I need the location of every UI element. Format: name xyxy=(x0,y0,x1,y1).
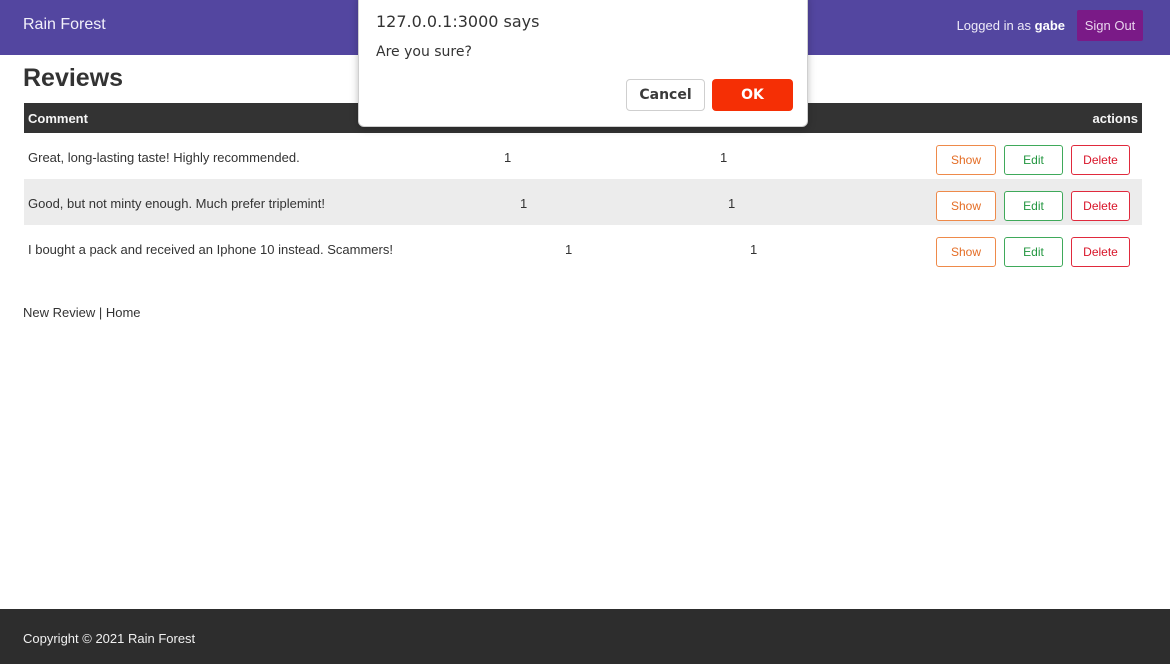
new-review-link[interactable]: New Review xyxy=(23,305,95,320)
logged-in-status: Logged in as gabe xyxy=(957,18,1065,33)
column-header-actions: actions xyxy=(1092,111,1138,126)
column-header-comment: Comment xyxy=(28,111,88,126)
footer: Copyright © 2021 Rain Forest xyxy=(0,609,1170,664)
confirm-dialog: 127.0.0.1:3000 says Are you sure? Cancel… xyxy=(358,0,808,127)
review-comment: Good, but not minty enough. Much prefer … xyxy=(28,196,325,211)
dialog-cancel-button[interactable]: Cancel xyxy=(626,79,705,111)
delete-button[interactable]: Delete xyxy=(1071,237,1130,267)
dialog-title: 127.0.0.1:3000 says xyxy=(376,12,540,31)
show-button[interactable]: Show xyxy=(936,237,996,267)
show-button[interactable]: Show xyxy=(936,145,996,175)
review-value: 1 xyxy=(520,196,528,211)
delete-button[interactable]: Delete xyxy=(1071,191,1130,221)
copyright-text: Copyright © 2021 Rain Forest xyxy=(23,631,196,646)
review-value: 1 xyxy=(565,242,573,257)
delete-button[interactable]: Delete xyxy=(1071,145,1130,175)
logged-in-prefix: Logged in as xyxy=(956,18,1035,33)
review-value: 1 xyxy=(720,150,728,165)
link-separator: | xyxy=(95,305,106,320)
review-value: 1 xyxy=(504,150,512,165)
brand-link[interactable]: Rain Forest xyxy=(23,16,106,34)
page-title: Reviews xyxy=(23,64,124,92)
review-comment: Great, long-lasting taste! Highly recomm… xyxy=(28,150,300,165)
home-link[interactable]: Home xyxy=(106,305,141,320)
username: gabe xyxy=(1034,18,1065,33)
dialog-ok-button[interactable]: OK xyxy=(712,79,793,111)
table-row: Good, but not minty enough. Much prefer … xyxy=(24,179,1142,225)
edit-button[interactable]: Edit xyxy=(1004,145,1063,175)
review-value: 1 xyxy=(750,242,758,257)
table-row: I bought a pack and received an Iphone 1… xyxy=(24,225,1142,271)
show-button[interactable]: Show xyxy=(936,191,996,221)
dialog-message: Are you sure? xyxy=(376,44,472,60)
edit-button[interactable]: Edit xyxy=(1004,237,1063,267)
review-comment: I bought a pack and received an Iphone 1… xyxy=(28,242,393,257)
reviews-table: Comment actions Great, long-lasting tast… xyxy=(24,103,1142,271)
edit-button[interactable]: Edit xyxy=(1004,191,1063,221)
table-row: Great, long-lasting taste! Highly recomm… xyxy=(24,133,1142,179)
page-links: New Review | Home xyxy=(23,305,141,320)
sign-out-button[interactable]: Sign Out xyxy=(1077,10,1143,41)
review-value: 1 xyxy=(728,196,736,211)
